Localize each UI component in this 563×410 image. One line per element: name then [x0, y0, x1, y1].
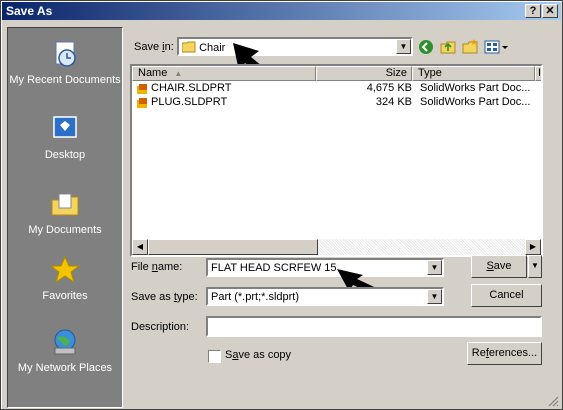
favorites-icon	[49, 255, 81, 284]
horizontal-scrollbar[interactable]: ◀ ▶	[132, 239, 541, 255]
my-documents-icon	[51, 193, 79, 216]
place-favorites[interactable]: Favorites	[8, 254, 122, 302]
folder-icon	[181, 41, 196, 53]
scroll-thumb[interactable]	[148, 239, 318, 255]
views-menu-icon[interactable]	[483, 38, 511, 56]
save-as-type-dropdown[interactable]: Part (*.prt;*.sldprt) ▼	[206, 287, 444, 306]
file-name-label: File name:	[131, 261, 183, 273]
description-label: Description:	[131, 321, 190, 333]
save-as-copy-label: Save as copy	[225, 349, 292, 361]
column-header-extra[interactable]: I	[535, 66, 541, 81]
place-label: My Documents	[28, 224, 102, 236]
place-label: My Network Places	[17, 362, 113, 374]
recent-documents-icon	[55, 41, 76, 67]
title-bar[interactable]: Save As ? ✕	[2, 2, 561, 20]
scroll-left-icon[interactable]: ◀	[132, 239, 148, 255]
file-type: SolidWorks Part Doc...	[420, 82, 531, 94]
chevron-down-icon[interactable]: ▼	[396, 39, 411, 54]
help-icon: ?	[529, 5, 537, 17]
save-in-label: Save in:	[134, 41, 174, 53]
help-button[interactable]: ?	[525, 4, 541, 18]
cancel-button[interactable]: Cancel	[471, 284, 542, 307]
file-list[interactable]: Name ▲ Size Type I CHAIR.SLDPRT 4,675 KB…	[130, 64, 543, 257]
resize-grip-icon[interactable]	[547, 395, 559, 407]
desktop-icon	[53, 116, 77, 138]
file-extra: :	[542, 96, 543, 108]
file-name: PLUG.SLDPRT	[151, 96, 228, 108]
dialog-title: Save As	[6, 4, 53, 18]
file-size: 324 KB	[375, 96, 412, 108]
save-as-type-value: Part (*.prt;*.sldprt)	[211, 291, 300, 303]
place-desktop[interactable]: Desktop	[8, 113, 122, 161]
list-item[interactable]: CHAIR.SLDPRT 4,675 KB SolidWorks Part Do…	[136, 82, 543, 96]
scroll-right-icon[interactable]: ▶	[525, 239, 541, 255]
save-in-dropdown[interactable]: Chair ▼	[177, 37, 413, 56]
new-folder-icon[interactable]	[461, 38, 479, 56]
save-as-copy-checkbox[interactable]	[208, 350, 221, 363]
save-as-type-label: Save as type:	[131, 291, 198, 303]
file-name-field[interactable]: FLAT HEAD SCRFEW 15 ▼	[206, 258, 444, 277]
description-field[interactable]	[206, 316, 542, 337]
chevron-down-icon[interactable]: ▼	[427, 260, 442, 275]
column-header-type[interactable]: Type	[412, 66, 535, 81]
up-folder-icon[interactable]	[439, 38, 457, 56]
file-name-value: FLAT HEAD SCRFEW 15	[211, 262, 337, 274]
scroll-track[interactable]	[318, 239, 525, 255]
solidworks-part-icon	[137, 98, 147, 108]
place-label: My Recent Documents	[9, 74, 121, 86]
place-recent-documents[interactable]: My Recent Documents	[8, 38, 122, 86]
list-item[interactable]: PLUG.SLDPRT 324 KB SolidWorks Part Doc..…	[136, 96, 543, 110]
file-type: SolidWorks Part Doc...	[420, 96, 531, 108]
sort-ascending-icon: ▲	[174, 69, 183, 78]
column-header-name[interactable]: Name ▲	[132, 66, 316, 81]
places-bar: My Recent Documents Desktop My Documents…	[7, 27, 123, 408]
close-button[interactable]: ✕	[542, 4, 558, 18]
place-network[interactable]: My Network Places	[8, 326, 122, 374]
place-label: Favorites	[42, 290, 88, 302]
save-options-dropdown[interactable]: ▼	[528, 255, 542, 278]
close-icon: ✕	[545, 5, 555, 17]
place-my-documents[interactable]: My Documents	[8, 188, 122, 236]
save-in-value: Chair	[199, 42, 226, 54]
back-icon[interactable]	[417, 38, 435, 56]
file-name: CHAIR.SLDPRT	[151, 82, 232, 94]
chevron-down-icon[interactable]: ▼	[427, 289, 442, 304]
solidworks-part-icon	[137, 84, 147, 94]
file-size: 4,675 KB	[366, 82, 412, 94]
network-places-icon	[54, 329, 76, 355]
file-extra: :	[542, 82, 543, 94]
column-header-size[interactable]: Size	[316, 66, 412, 81]
references-button[interactable]: References...	[467, 342, 542, 365]
place-label: Desktop	[44, 149, 86, 161]
save-as-dialog: Save As ? ✕ My Recent Documents Desktop	[0, 0, 563, 410]
save-button[interactable]: Save	[471, 255, 527, 278]
